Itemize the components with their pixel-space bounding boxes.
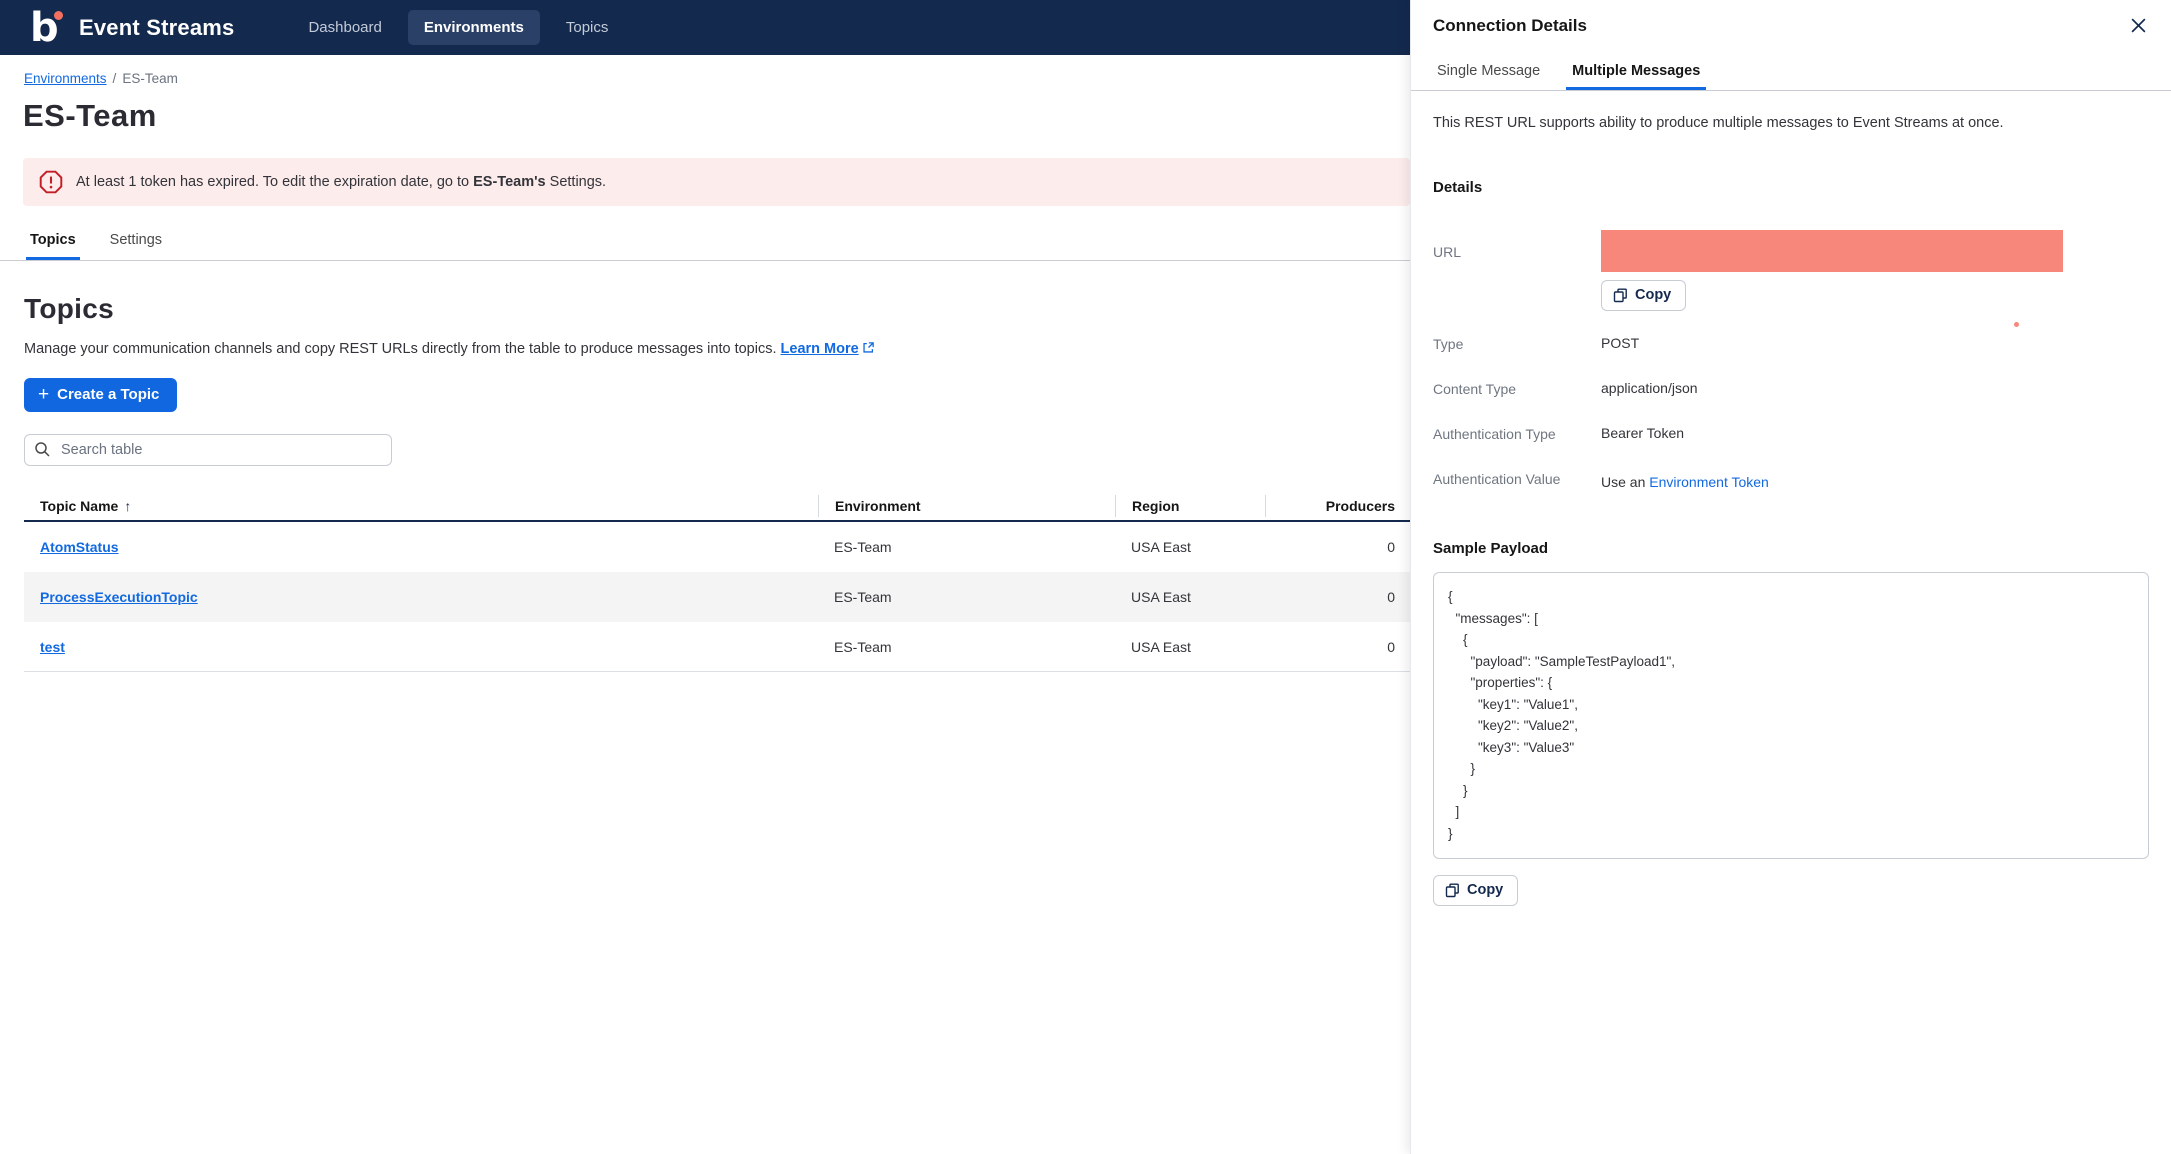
tab-topics[interactable]: Topics	[30, 232, 76, 260]
page-tab-bar: Topics Settings	[0, 232, 1410, 261]
breadcrumb-current: ES-Team	[122, 71, 178, 86]
panel-tab-divider	[1411, 90, 2171, 91]
auth-value-label: Authentication Value	[1433, 470, 1601, 490]
tab-divider	[0, 260, 1410, 261]
create-topic-button[interactable]: + Create a Topic	[24, 378, 177, 412]
table-header-row: Topic Name ↑ Environment Region Producer…	[24, 492, 1411, 522]
topics-section-description: Manage your communication channels and c…	[24, 341, 1410, 358]
cell-producers: 0	[1265, 539, 1411, 555]
table-row: test ES-Team USA East 0	[24, 622, 1411, 672]
panel-description: This REST URL supports ability to produc…	[1433, 115, 2149, 131]
token-expired-banner: At least 1 token has expired. To edit th…	[23, 158, 1410, 206]
cell-region: USA East	[1115, 639, 1265, 655]
sample-payload-heading: Sample Payload	[1433, 540, 2171, 557]
field-row-url: URL Copy	[1433, 230, 2171, 311]
copy-icon	[1445, 883, 1460, 898]
type-label: Type	[1433, 335, 1601, 354]
topic-link-processexecutiontopic[interactable]: ProcessExecutionTopic	[40, 589, 198, 605]
search-table-wrap	[24, 434, 392, 466]
cell-environment: ES-Team	[818, 639, 1115, 655]
topic-link-atomstatus[interactable]: AtomStatus	[40, 539, 119, 555]
column-header-environment[interactable]: Environment	[818, 495, 1115, 517]
cell-environment: ES-Team	[818, 589, 1115, 605]
breadcrumb-environments-link[interactable]: Environments	[24, 71, 107, 86]
external-link-icon	[862, 341, 875, 358]
tab-single-message[interactable]: Single Message	[1437, 63, 1540, 90]
nav-item-topics[interactable]: Topics	[550, 10, 625, 45]
auth-type-label: Authentication Type	[1433, 425, 1601, 444]
field-row-auth-value: Authentication Value Use an Environment …	[1433, 470, 2171, 490]
logo-dot	[54, 11, 63, 20]
cell-producers: 0	[1265, 589, 1411, 605]
sort-ascending-icon[interactable]: ↑	[124, 498, 131, 514]
content-type-label: Content Type	[1433, 380, 1601, 399]
boomi-logo-icon: b	[30, 6, 70, 50]
redacted-url-value	[1601, 230, 2063, 272]
main-content: Environments / ES-Team ES-Team At least 1 …	[0, 55, 1410, 672]
tab-settings[interactable]: Settings	[110, 232, 162, 260]
column-header-topic-name[interactable]: Topic Name ↑	[24, 498, 818, 514]
page-title: ES-Team	[23, 98, 1410, 134]
content-type-value: application/json	[1601, 380, 1698, 399]
nav-item-dashboard[interactable]: Dashboard	[292, 10, 397, 45]
search-input[interactable]	[24, 434, 392, 466]
learn-more-link[interactable]: Learn More	[781, 341, 859, 357]
close-icon[interactable]	[2128, 15, 2149, 36]
field-row-auth-type: Authentication Type Bearer Token	[1433, 425, 2171, 444]
red-dot	[2014, 322, 2019, 327]
breadcrumb-separator: /	[113, 71, 117, 86]
panel-title: Connection Details	[1433, 16, 1587, 36]
banner-env-name: ES-Team's	[473, 174, 546, 190]
app-title: Event Streams	[79, 15, 234, 41]
environment-token-link[interactable]: Environment Token	[1649, 474, 1769, 490]
warning-octagon-icon	[38, 169, 64, 195]
panel-header: Connection Details	[1411, 0, 2171, 36]
copy-payload-button[interactable]: Copy	[1433, 875, 1518, 906]
copy-icon	[1613, 288, 1628, 303]
url-label: URL	[1433, 230, 1601, 311]
nav-item-environments[interactable]: Environments	[408, 10, 540, 45]
topics-section-heading: Topics	[24, 293, 1410, 325]
sample-payload-code: { "messages": [ { "payload": "SampleTest…	[1448, 586, 2134, 844]
banner-text: At least 1 token has expired. To edit th…	[76, 174, 606, 190]
type-value: POST	[1601, 335, 1639, 354]
details-heading: Details	[1433, 179, 2171, 196]
connection-details-panel: Connection Details Single Message Multip…	[1410, 0, 2171, 1154]
topics-table: Topic Name ↑ Environment Region Producer…	[24, 492, 1411, 672]
search-icon	[34, 441, 51, 458]
topic-link-test[interactable]: test	[40, 639, 65, 655]
column-header-region[interactable]: Region	[1115, 495, 1265, 517]
table-row: ProcessExecutionTopic ES-Team USA East 0	[24, 572, 1411, 622]
table-row: AtomStatus ES-Team USA East 0	[24, 522, 1411, 572]
sample-payload-box: { "messages": [ { "payload": "SampleTest…	[1433, 572, 2149, 859]
panel-tabs: Single Message Multiple Messages	[1437, 63, 2171, 90]
plus-icon: +	[38, 388, 49, 402]
tab-multiple-messages[interactable]: Multiple Messages	[1572, 63, 1700, 90]
copy-url-button[interactable]: Copy	[1601, 280, 1686, 311]
cell-region: USA East	[1115, 589, 1265, 605]
breadcrumb: Environments / ES-Team	[24, 71, 1410, 86]
field-row-content-type: Content Type application/json	[1433, 380, 2171, 399]
top-nav: Dashboard Environments Topics	[292, 10, 624, 45]
field-row-type: Type POST	[1433, 335, 2171, 354]
cell-environment: ES-Team	[818, 539, 1115, 555]
column-header-producers[interactable]: Producers	[1265, 495, 1411, 517]
cell-producers: 0	[1265, 639, 1411, 655]
cell-region: USA East	[1115, 539, 1265, 555]
auth-value-value: Use an Environment Token	[1601, 470, 1769, 490]
auth-type-value: Bearer Token	[1601, 425, 1684, 444]
brand: b Event Streams	[30, 6, 234, 50]
